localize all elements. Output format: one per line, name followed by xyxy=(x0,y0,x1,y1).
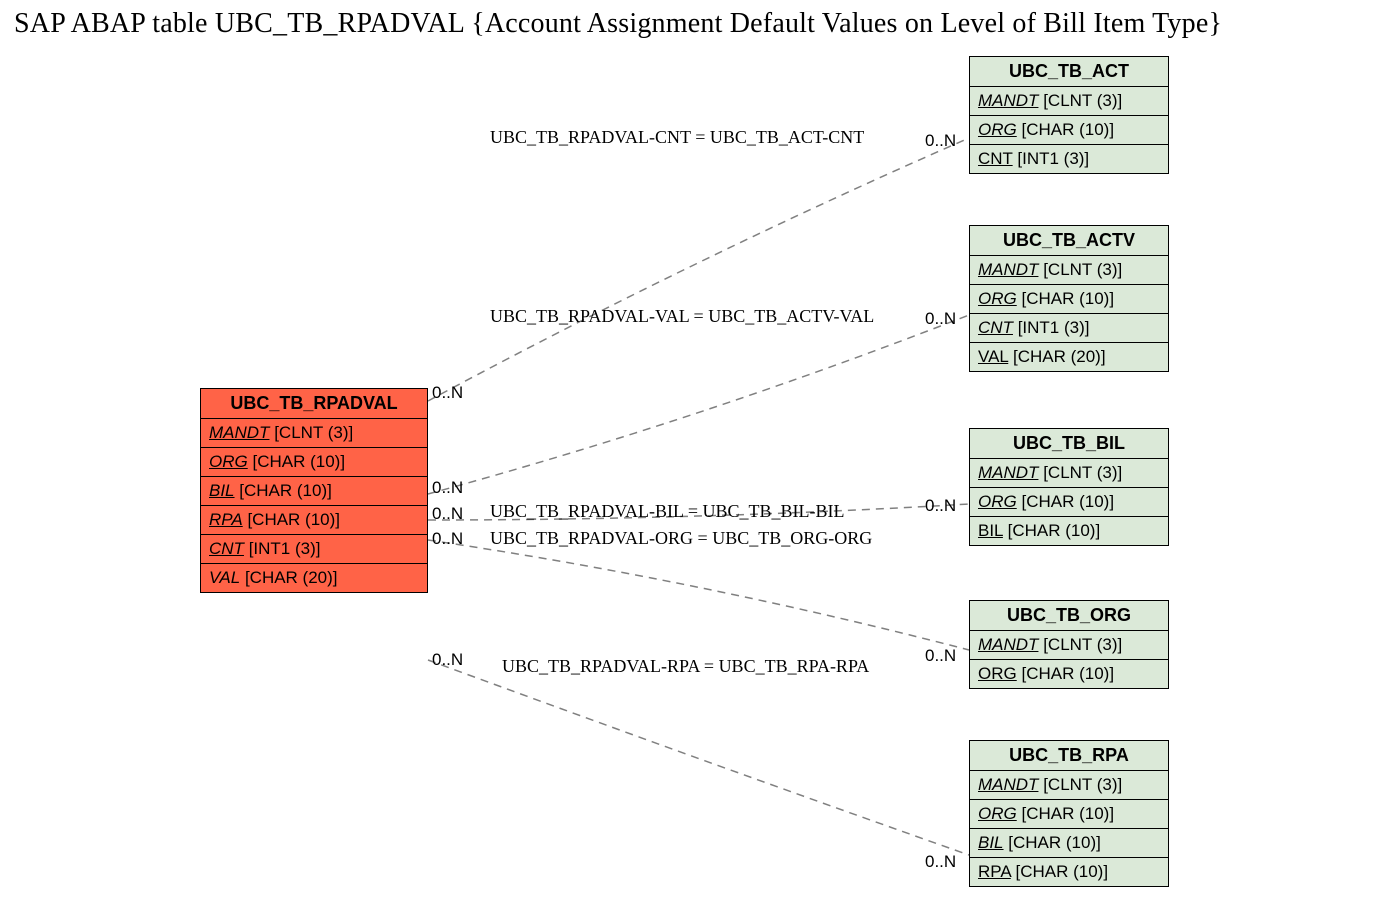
card-left-2: 0..N xyxy=(432,504,463,524)
field-row: BIL [CHAR (10)] xyxy=(970,829,1168,858)
join-label-bil: UBC_TB_RPADVAL-BIL = UBC_TB_BIL-BIL xyxy=(490,501,845,522)
entity-actv-header: UBC_TB_ACTV xyxy=(970,226,1168,256)
field-row: RPA [CHAR (10)] xyxy=(201,506,427,535)
field-row: MANDT [CLNT (3)] xyxy=(970,631,1168,660)
page-title: SAP ABAP table UBC_TB_RPADVAL {Account A… xyxy=(14,8,1222,40)
card-left-1: 0..N xyxy=(432,478,463,498)
entity-act-header: UBC_TB_ACT xyxy=(970,57,1168,87)
field-row: VAL [CHAR (20)] xyxy=(970,343,1168,371)
card-right-3: 0..N xyxy=(925,646,956,666)
field-row: ORG [CHAR (10)] xyxy=(970,488,1168,517)
field-row: ORG [CHAR (10)] xyxy=(970,116,1168,145)
field-row: CNT [INT1 (3)] xyxy=(970,145,1168,173)
entity-rpadval-header: UBC_TB_RPADVAL xyxy=(201,389,427,419)
card-left-4: 0..N xyxy=(432,650,463,670)
field-row: RPA [CHAR (10)] xyxy=(970,858,1168,886)
field-row: ORG [CHAR (10)] xyxy=(970,660,1168,688)
join-label-rpa: UBC_TB_RPADVAL-RPA = UBC_TB_RPA-RPA xyxy=(502,656,869,677)
card-right-1: 0..N xyxy=(925,309,956,329)
field-row: MANDT [CLNT (3)] xyxy=(970,459,1168,488)
field-row: CNT [INT1 (3)] xyxy=(201,535,427,564)
entity-act: UBC_TB_ACT MANDT [CLNT (3)] ORG [CHAR (1… xyxy=(969,56,1169,174)
card-left-3: 0..N xyxy=(432,529,463,549)
field-row: MANDT [CLNT (3)] xyxy=(970,771,1168,800)
join-label-cnt: UBC_TB_RPADVAL-CNT = UBC_TB_ACT-CNT xyxy=(490,127,864,148)
field-row: ORG [CHAR (10)] xyxy=(201,448,427,477)
field-row: MANDT [CLNT (3)] xyxy=(970,256,1168,285)
entity-bil: UBC_TB_BIL MANDT [CLNT (3)] ORG [CHAR (1… xyxy=(969,428,1169,546)
field-row: BIL [CHAR (10)] xyxy=(201,477,427,506)
card-right-4: 0..N xyxy=(925,852,956,872)
card-right-0: 0..N xyxy=(925,131,956,151)
entity-rpa-header: UBC_TB_RPA xyxy=(970,741,1168,771)
field-row: CNT [INT1 (3)] xyxy=(970,314,1168,343)
entity-org: UBC_TB_ORG MANDT [CLNT (3)] ORG [CHAR (1… xyxy=(969,600,1169,689)
field-row: MANDT [CLNT (3)] xyxy=(201,419,427,448)
entity-rpa: UBC_TB_RPA MANDT [CLNT (3)] ORG [CHAR (1… xyxy=(969,740,1169,887)
field-row: VAL [CHAR (20)] xyxy=(201,564,427,592)
entity-rpadval: UBC_TB_RPADVAL MANDT [CLNT (3)] ORG [CHA… xyxy=(200,388,428,593)
field-row: ORG [CHAR (10)] xyxy=(970,800,1168,829)
entity-org-header: UBC_TB_ORG xyxy=(970,601,1168,631)
field-row: ORG [CHAR (10)] xyxy=(970,285,1168,314)
entity-bil-header: UBC_TB_BIL xyxy=(970,429,1168,459)
field-row: MANDT [CLNT (3)] xyxy=(970,87,1168,116)
join-label-val: UBC_TB_RPADVAL-VAL = UBC_TB_ACTV-VAL xyxy=(490,306,874,327)
join-label-org: UBC_TB_RPADVAL-ORG = UBC_TB_ORG-ORG xyxy=(490,528,872,549)
card-left-0: 0..N xyxy=(432,383,463,403)
card-right-2: 0..N xyxy=(925,496,956,516)
field-row: BIL [CHAR (10)] xyxy=(970,517,1168,545)
entity-actv: UBC_TB_ACTV MANDT [CLNT (3)] ORG [CHAR (… xyxy=(969,225,1169,372)
